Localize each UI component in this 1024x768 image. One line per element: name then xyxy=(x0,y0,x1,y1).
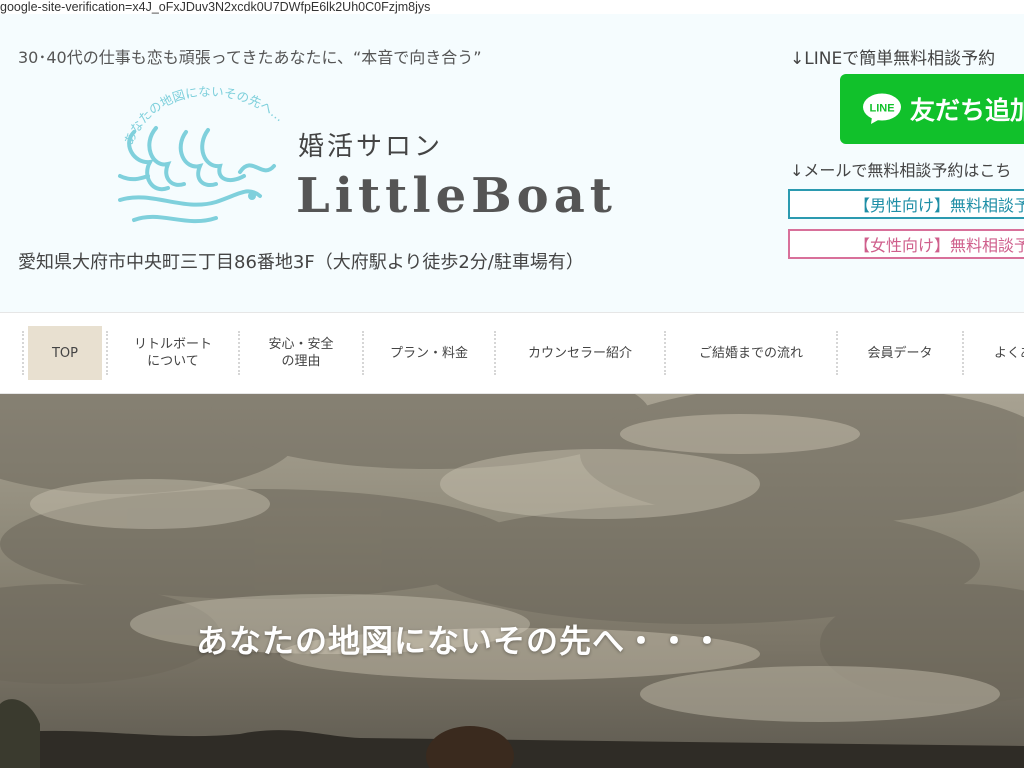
nav-separator xyxy=(962,331,964,375)
nav-label-group: リトルボート について xyxy=(134,336,212,370)
nav-item-safety[interactable]: 安心・安全 の理由 xyxy=(242,326,360,380)
logo-title: LittleBoat xyxy=(296,168,617,224)
nav-item-member-data[interactable]: 会員データ xyxy=(840,326,960,380)
cloudy-sky-image xyxy=(0,394,1024,768)
nav-separator xyxy=(22,331,24,375)
line-add-friend-button[interactable]: LINE 友だち追加 xyxy=(840,74,1024,144)
nav-separator xyxy=(238,331,240,375)
logo-subtitle: 婚活サロン xyxy=(298,132,444,162)
nav-label: よくあ xyxy=(994,345,1024,361)
line-reservation-note: ↓LINEで簡単無料相談予約 xyxy=(790,49,996,69)
nav-item-flow[interactable]: ご結婚までの流れ xyxy=(668,326,834,380)
salon-address: 愛知県大府市中央町三丁目86番地3F（大府駅より徒歩2分/駐車場有） xyxy=(18,252,584,273)
line-button-label: 友だち追加 xyxy=(910,96,1024,125)
nav-item-about[interactable]: リトルボート について xyxy=(110,326,236,380)
nav-separator xyxy=(494,331,496,375)
hero-banner: あなたの地図にないその先へ・・・ xyxy=(0,394,1024,768)
nav-label: TOP xyxy=(51,345,78,361)
nav-label-line1: 安心・安全 xyxy=(268,337,334,352)
male-consultation-button[interactable]: 【男性向け】無料相談予 xyxy=(788,189,1024,219)
nav-item-plans[interactable]: プラン・料金 xyxy=(366,326,492,380)
nav-separator xyxy=(836,331,838,375)
site-logo[interactable]: あなたの地図にないその先へ… 婚活サロン LittleBoat xyxy=(112,84,652,244)
site-verification-text: google-site-verification=x4J_oFxJDuv3N2x… xyxy=(0,0,431,14)
line-logo-text: LINE xyxy=(869,103,894,115)
nav-label: ご結婚までの流れ xyxy=(698,345,803,361)
line-logo-icon: LINE xyxy=(863,93,901,124)
nav-label: 会員データ xyxy=(867,345,933,361)
nav-item-counselors[interactable]: カウンセラー紹介 xyxy=(498,326,662,380)
nav-item-faq[interactable]: よくあ xyxy=(968,326,1024,380)
nav-separator xyxy=(664,331,666,375)
site-header: 30･40代の仕事も恋も頑張ってきたあなたに、“本音で向き合う” あなたの地図に… xyxy=(0,14,1024,312)
female-consultation-button[interactable]: 【女性向け】無料相談予 xyxy=(788,229,1024,259)
nav-separator xyxy=(362,331,364,375)
nav-label: カウンセラー紹介 xyxy=(527,345,632,361)
main-navigation: TOP リトルボート について 安心・安全 の理由 プラン・料金 カウンセラー紹介 … xyxy=(0,312,1024,394)
hero-headline: あなたの地図にないその先へ・・・ xyxy=(196,622,725,660)
nav-label-line2: について xyxy=(147,354,199,369)
mail-reservation-note: ↓メールで無料相談予約はこち xyxy=(790,161,1012,180)
nav-separator xyxy=(106,331,108,375)
nav-label-line2: の理由 xyxy=(281,354,321,369)
nav-label-group: 安心・安全 の理由 xyxy=(268,336,333,370)
nav-item-top[interactable]: TOP xyxy=(28,326,102,380)
nav-label-line1: リトルボート xyxy=(133,337,212,352)
tagline: 30･40代の仕事も恋も頑張ってきたあなたに、“本音で向き合う” xyxy=(18,48,482,67)
nav-label: プラン・料金 xyxy=(389,345,468,361)
